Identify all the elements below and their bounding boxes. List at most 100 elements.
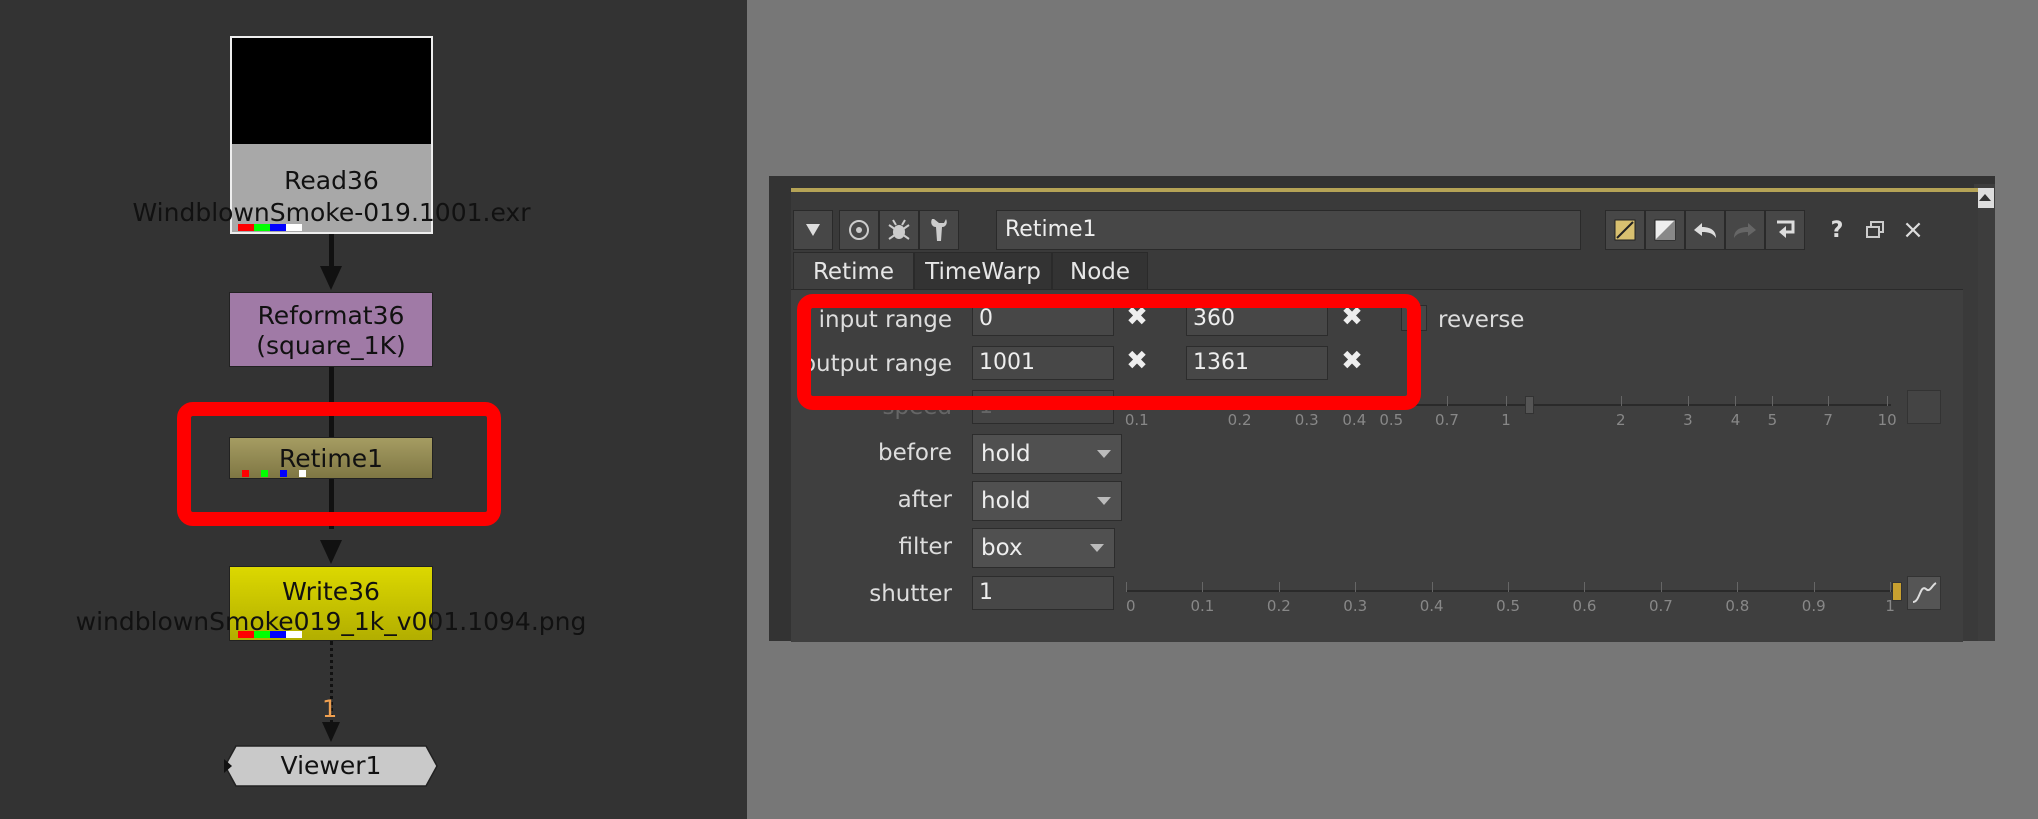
close-icon[interactable]: ×	[1893, 210, 1933, 250]
read-node-title: Read36	[284, 166, 379, 195]
tab-retime[interactable]: Retime	[793, 252, 914, 290]
slider-tick-label: 0.6	[1572, 597, 1597, 615]
slider-tick-mark	[1772, 396, 1774, 406]
write-node-file: windblownSmoke019_1k_v001.1094.png	[75, 607, 587, 636]
slider-tick-label: 0.5	[1496, 597, 1521, 615]
panel-header-bar	[791, 188, 1978, 192]
slider-tick-label: 0.2	[1266, 597, 1291, 615]
arrowhead	[322, 722, 340, 742]
write-node-title: Write36	[282, 577, 380, 606]
node-color-icon[interactable]	[1605, 210, 1645, 250]
slider-tick-mark	[1446, 396, 1448, 406]
slider-tick-label: 0.1	[1190, 597, 1215, 615]
reformat-node[interactable]: Reformat36 (square_1K)	[229, 292, 433, 367]
after-label: after	[897, 487, 952, 513]
slider-tick-mark	[1735, 396, 1737, 406]
properties-panel: Retime1 ? × Retime TimeWarp Node input r…	[769, 176, 1995, 642]
shutter-slider[interactable]: 0 0.1 0.2 0.3 0.4 0.5 0.6 0.7 0.8 0.9 1	[1126, 576, 1895, 615]
revert-icon[interactable]	[1765, 210, 1805, 250]
reverse-label: reverse	[1438, 307, 1525, 333]
redo-icon[interactable]	[1725, 210, 1765, 250]
chevron-down-icon	[1097, 450, 1111, 458]
viewer-node[interactable]: Viewer1	[224, 745, 438, 787]
slider-tick-label: 0.2	[1227, 411, 1252, 429]
channel-chips	[238, 224, 302, 231]
undo-icon[interactable]	[1685, 210, 1725, 250]
read-thumbnail	[232, 38, 431, 144]
slider-tick-label: 0	[1126, 597, 1136, 615]
slider-tick-mark	[1355, 582, 1357, 592]
slider-tick-label: 0.8	[1725, 597, 1750, 615]
viewer-node-title: Viewer1	[280, 751, 382, 780]
tab-node[interactable]: Node	[1052, 252, 1148, 290]
slider-tick-label: 0.4	[1419, 597, 1444, 615]
animation-curve-icon[interactable]	[1907, 576, 1941, 610]
slider-tick-label: 0.7	[1648, 597, 1673, 615]
slider-tick-label: 0.3	[1343, 597, 1368, 615]
before-dropdown[interactable]: hold	[972, 434, 1122, 474]
slider-tick-mark	[1431, 582, 1433, 592]
filter-value: box	[981, 535, 1023, 561]
slider-tick-mark	[1202, 582, 1204, 592]
after-value: hold	[981, 488, 1031, 514]
slider-tick-label: 0.3	[1294, 411, 1319, 429]
chevron-down-icon	[1090, 544, 1104, 552]
speed-slider-handle	[1525, 396, 1534, 414]
slider-tick-label: 0.9	[1801, 597, 1826, 615]
slider-tick-label: 0.1	[1124, 411, 1149, 429]
before-value: hold	[981, 441, 1031, 467]
slider-tick-mark	[1687, 396, 1689, 406]
retime-node-highlight	[177, 402, 501, 526]
node-graph[interactable]: 1 Read36 WindblownSmoke-019.1001.exr Ref…	[0, 0, 747, 819]
range-fields-highlight	[797, 294, 1421, 410]
slider-tick-mark	[1584, 582, 1586, 592]
arrowhead	[320, 540, 342, 564]
slider-tick-mark	[1620, 396, 1622, 406]
shutter-slider-handle[interactable]	[1892, 582, 1902, 601]
center-node-icon[interactable]	[839, 210, 879, 250]
slider-track	[1126, 590, 1894, 592]
slider-tick-label: 5	[1767, 411, 1778, 429]
float-icon[interactable]	[1855, 210, 1895, 250]
filter-label: filter	[898, 534, 952, 560]
speed-animation-button	[1907, 390, 1941, 424]
help-glyph: ?	[1830, 217, 1844, 243]
tab-timewarp[interactable]: TimeWarp	[914, 252, 1052, 290]
bug-icon[interactable]	[879, 210, 919, 250]
slider-tick-mark	[1660, 582, 1662, 592]
slider-tick-label: 0.5	[1379, 411, 1404, 429]
before-label: before	[877, 440, 952, 466]
slider-tick-label: 2	[1615, 411, 1626, 429]
read-node[interactable]: Read36 WindblownSmoke-019.1001.exr	[133, 36, 531, 234]
slider-tick-label: 3	[1683, 411, 1693, 429]
slider-tick-mark	[1890, 582, 1892, 592]
slider-tick-mark	[1887, 396, 1889, 406]
reformat-node-title: Reformat36	[257, 301, 405, 330]
help-icon[interactable]: ?	[1817, 210, 1857, 250]
slider-tick-label: 10	[1877, 411, 1897, 429]
chevron-down-icon	[1097, 497, 1111, 505]
slider-tick-mark	[1813, 582, 1815, 592]
slider-tick-label: 1	[1501, 411, 1511, 429]
wrench-icon[interactable]	[919, 210, 959, 250]
shutter-field[interactable]: 1	[972, 576, 1114, 610]
read-node-file: WindblownSmoke-019.1001.exr	[132, 198, 531, 227]
slider-tick-mark	[1126, 582, 1127, 592]
slider-tick-label: 0.4	[1342, 411, 1367, 429]
slider-tick-label: 7	[1823, 411, 1833, 429]
node-color-alt-icon[interactable]	[1645, 210, 1685, 250]
collapse-triangle-icon[interactable]	[793, 210, 833, 250]
filter-dropdown[interactable]: box	[972, 528, 1115, 568]
close-glyph: ×	[1902, 215, 1924, 245]
viewer-input-number: 1	[322, 695, 338, 723]
channel-chips	[238, 631, 302, 638]
after-dropdown[interactable]: hold	[972, 481, 1122, 521]
write-node[interactable]: Write36 windblownSmoke019_1k_v001.1094.p…	[76, 566, 586, 641]
slider-tick-mark	[1508, 582, 1510, 592]
node-name-field[interactable]: Retime1	[996, 210, 1581, 250]
slider-tick-label: 4	[1730, 411, 1741, 429]
slider-tick-mark	[1737, 582, 1739, 592]
shutter-label: shutter	[869, 581, 952, 607]
slider-tick-mark	[1828, 396, 1830, 406]
slider-tick-label: 0.7	[1435, 411, 1459, 429]
